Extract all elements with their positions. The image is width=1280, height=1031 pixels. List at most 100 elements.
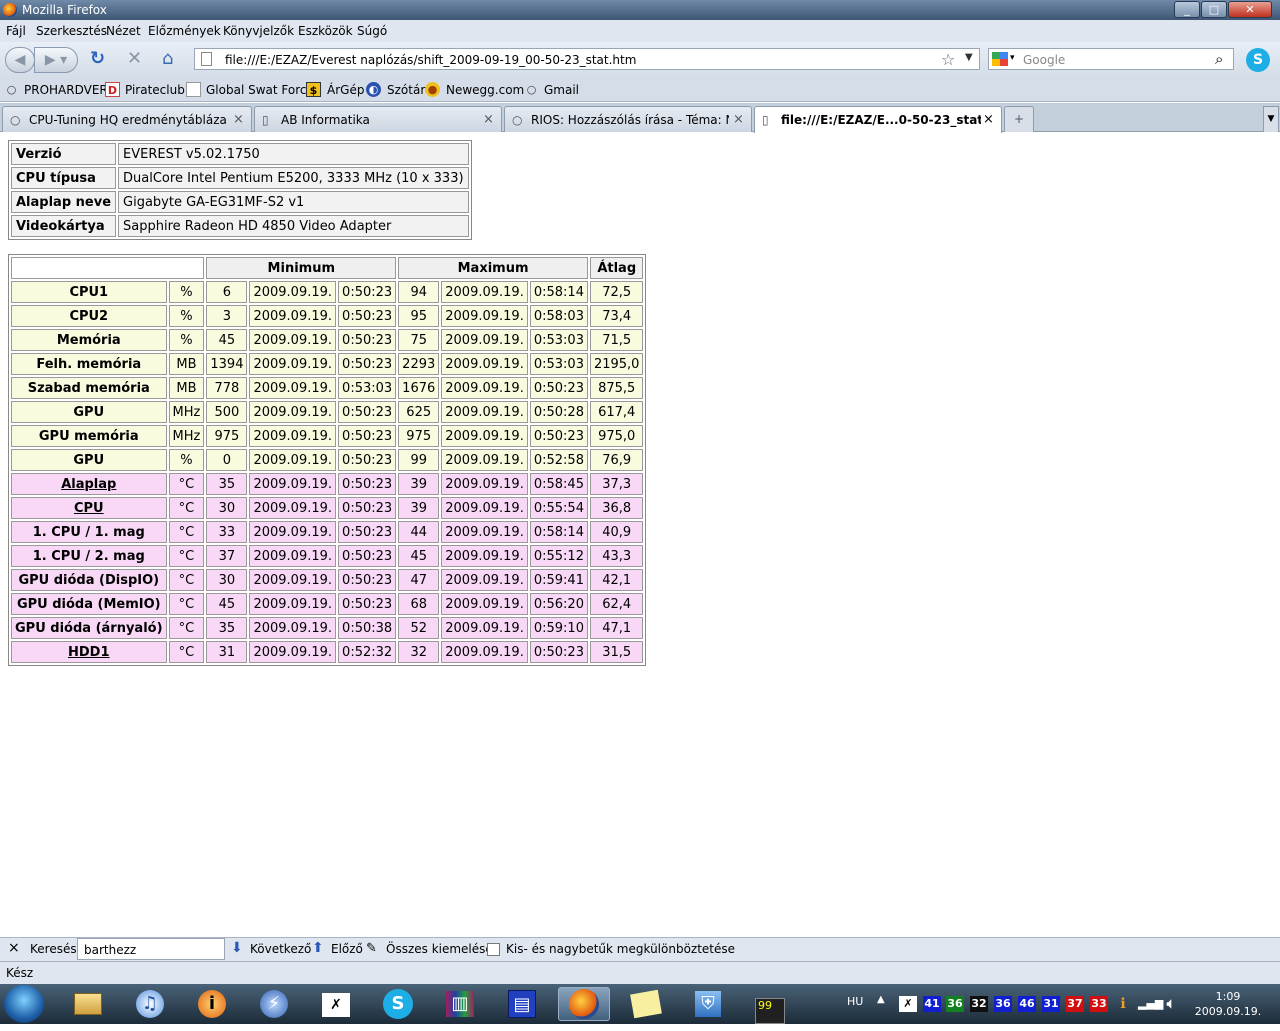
bookmark-star-icon[interactable]: ☆ (941, 50, 955, 69)
sensor-name[interactable]: HDD1 (11, 641, 167, 663)
match-case-label[interactable]: Kis- és nagybetűk megkülönböztetése (506, 942, 735, 956)
bookmark-gmail[interactable]: Gmail (544, 83, 579, 97)
tab-stat-file[interactable]: ▯ file:///E:/EZAZ/E...0-50-23_stat.htm × (754, 106, 1002, 133)
back-button[interactable]: ◀ (5, 47, 35, 73)
average-value: 617,4 (589, 401, 644, 423)
bookmark-prohardver[interactable]: PROHARDVER (24, 83, 108, 97)
tab-ab-informatika[interactable]: ▯ AB Informatika × (254, 106, 502, 132)
search-bar[interactable]: ▾ Google ⌕ (988, 48, 1234, 70)
show-hidden-icons-icon[interactable]: ▲ (877, 994, 885, 1005)
bookmark-newegg[interactable]: Newegg.com (446, 83, 524, 97)
info-app-icon[interactable]: i (186, 987, 238, 1021)
bookmark-global-swat-force[interactable]: Global Swat Force (206, 83, 314, 97)
min-date: 2009.09.19. (249, 569, 337, 591)
tab-close-icon[interactable]: × (483, 112, 494, 127)
google-icon[interactable] (992, 52, 1008, 66)
find-previous-button[interactable]: Előző (331, 942, 363, 956)
min-value: 37 (206, 545, 248, 567)
menu-edit[interactable]: Szerkesztés (36, 24, 107, 38)
menu-file[interactable]: Fájl (6, 24, 26, 38)
xfire-tray-icon[interactable]: ✗ (899, 996, 917, 1012)
minimize-button[interactable]: _ (1174, 1, 1200, 18)
find-close-button[interactable]: × (8, 940, 20, 956)
menu-help[interactable]: Súgó (357, 24, 387, 38)
sensor-unit: MB (168, 377, 205, 399)
tab-list-button[interactable]: ▼ (1263, 106, 1279, 132)
sticky-notes-icon[interactable] (620, 987, 672, 1021)
volume-icon[interactable]: 🔈︎ (1162, 996, 1180, 1012)
bookmark-pirateclub[interactable]: Pirateclub (125, 83, 185, 97)
highlighter-icon[interactable]: ✎ (366, 941, 377, 956)
max-value: 975 (398, 425, 440, 447)
windows-taskbar: ♫ i ⚡ ✗ S ▥ ▤ ⛨ 99 HU ▲ ✗ 41 36 32 36 46… (0, 984, 1280, 1024)
menu-bookmarks[interactable]: Könyvjelzők (223, 24, 294, 38)
menu-tools[interactable]: Eszközök (298, 24, 353, 38)
forward-button[interactable]: ▶ ▾ (34, 47, 78, 73)
tray-temp-2[interactable]: 36 (946, 996, 964, 1012)
max-value: 95 (398, 305, 440, 327)
skype-icon[interactable]: S (1246, 48, 1270, 72)
max-time: 0:52:58 (529, 449, 588, 471)
clock[interactable]: 1:09 2009.09.19. (1193, 989, 1263, 1019)
skype-taskbar-icon[interactable]: S (372, 987, 424, 1021)
min-value: 45 (206, 593, 248, 615)
arrow-up-icon[interactable]: ⬆ (312, 940, 324, 956)
max-value: 47 (398, 569, 440, 591)
start-button[interactable] (4, 985, 44, 1023)
explorer-icon[interactable] (62, 987, 114, 1021)
tray-temp-5[interactable]: 46 (1018, 996, 1036, 1012)
search-engine-dropdown-icon[interactable]: ▾ (1010, 53, 1015, 63)
tab-cpu-tuning[interactable]: ○ CPU-Tuning HQ eredménytáblázat ... × (2, 106, 252, 132)
xfire-icon[interactable]: ✗ (310, 987, 362, 1021)
winrar-icon[interactable]: ▥ (434, 987, 486, 1021)
highlight-all-button[interactable]: Összes kiemelése (386, 942, 493, 956)
home-icon[interactable]: ⌂ (162, 50, 173, 68)
tray-temp-1[interactable]: 41 (923, 996, 941, 1012)
tray-temp-4[interactable]: 36 (994, 996, 1012, 1012)
tab-close-icon[interactable]: × (733, 112, 744, 127)
match-case-checkbox[interactable] (487, 943, 500, 956)
bubble-icon: ○ (526, 83, 537, 96)
reload-icon[interactable]: ↻ (90, 50, 105, 68)
url-bar[interactable]: file:///E:/EZAZ/Everest naplózás/shift_2… (194, 48, 980, 70)
menu-history[interactable]: Előzmények (148, 24, 221, 38)
max-date: 2009.09.19. (441, 545, 528, 567)
lightning-app-icon[interactable]: ⚡ (248, 987, 300, 1021)
save-disk-icon[interactable]: ▤ (496, 987, 548, 1021)
maximize-button[interactable]: □ (1201, 1, 1227, 18)
tray-temp-8[interactable]: 33 (1090, 996, 1108, 1012)
firefox-taskbar-icon[interactable] (558, 987, 610, 1021)
tab-close-icon[interactable]: × (983, 112, 994, 127)
min-date: 2009.09.19. (249, 641, 337, 663)
itunes-icon[interactable]: ♫ (124, 987, 176, 1021)
url-text[interactable]: file:///E:/EZAZ/Everest naplózás/shift_2… (225, 53, 636, 67)
info-tray-icon[interactable]: ℹ (1114, 996, 1132, 1012)
stop-icon[interactable]: ✕ (127, 50, 142, 68)
find-input[interactable]: barthezz (77, 938, 225, 960)
search-icon[interactable]: ⌕ (1215, 50, 1223, 68)
tab-rios[interactable]: ○ RIOS: Hozzászólás írása - Téma: Nee...… (504, 106, 752, 132)
min-value: 778 (206, 377, 248, 399)
table-row: GPU dióda (MemIO) °C 45 2009.09.19. 0:50:23 6… (11, 593, 644, 615)
sensor-name[interactable]: Alaplap (11, 473, 167, 495)
url-dropdown-icon[interactable]: ▼ (965, 52, 973, 63)
tray-temp-6[interactable]: 31 (1042, 996, 1060, 1012)
network-icon[interactable]: ▂▄▆ (1138, 996, 1163, 1012)
max-value: 94 (398, 281, 440, 303)
monitor-app-icon[interactable]: 99 (744, 987, 796, 1024)
close-window-button[interactable]: ✕ (1228, 1, 1272, 18)
menu-view[interactable]: Nézet (106, 24, 141, 38)
bookmark-szotar[interactable]: Szótár (387, 83, 425, 97)
arrow-down-icon[interactable]: ⬇ (231, 940, 243, 956)
find-next-button[interactable]: Következő (250, 942, 311, 956)
sensor-name[interactable]: CPU (11, 497, 167, 519)
tray-temp-7[interactable]: 37 (1066, 996, 1084, 1012)
tab-close-icon[interactable]: × (233, 112, 244, 127)
tray-temp-3[interactable]: 32 (970, 996, 988, 1012)
average-value: 31,5 (589, 641, 644, 663)
bookmark-argep[interactable]: ÁrGép (327, 83, 364, 97)
language-indicator[interactable]: HU (847, 995, 863, 1008)
security-shield-icon[interactable]: ⛨ (682, 987, 734, 1021)
new-tab-button[interactable]: + (1004, 106, 1034, 132)
search-input[interactable]: Google (1023, 53, 1065, 67)
